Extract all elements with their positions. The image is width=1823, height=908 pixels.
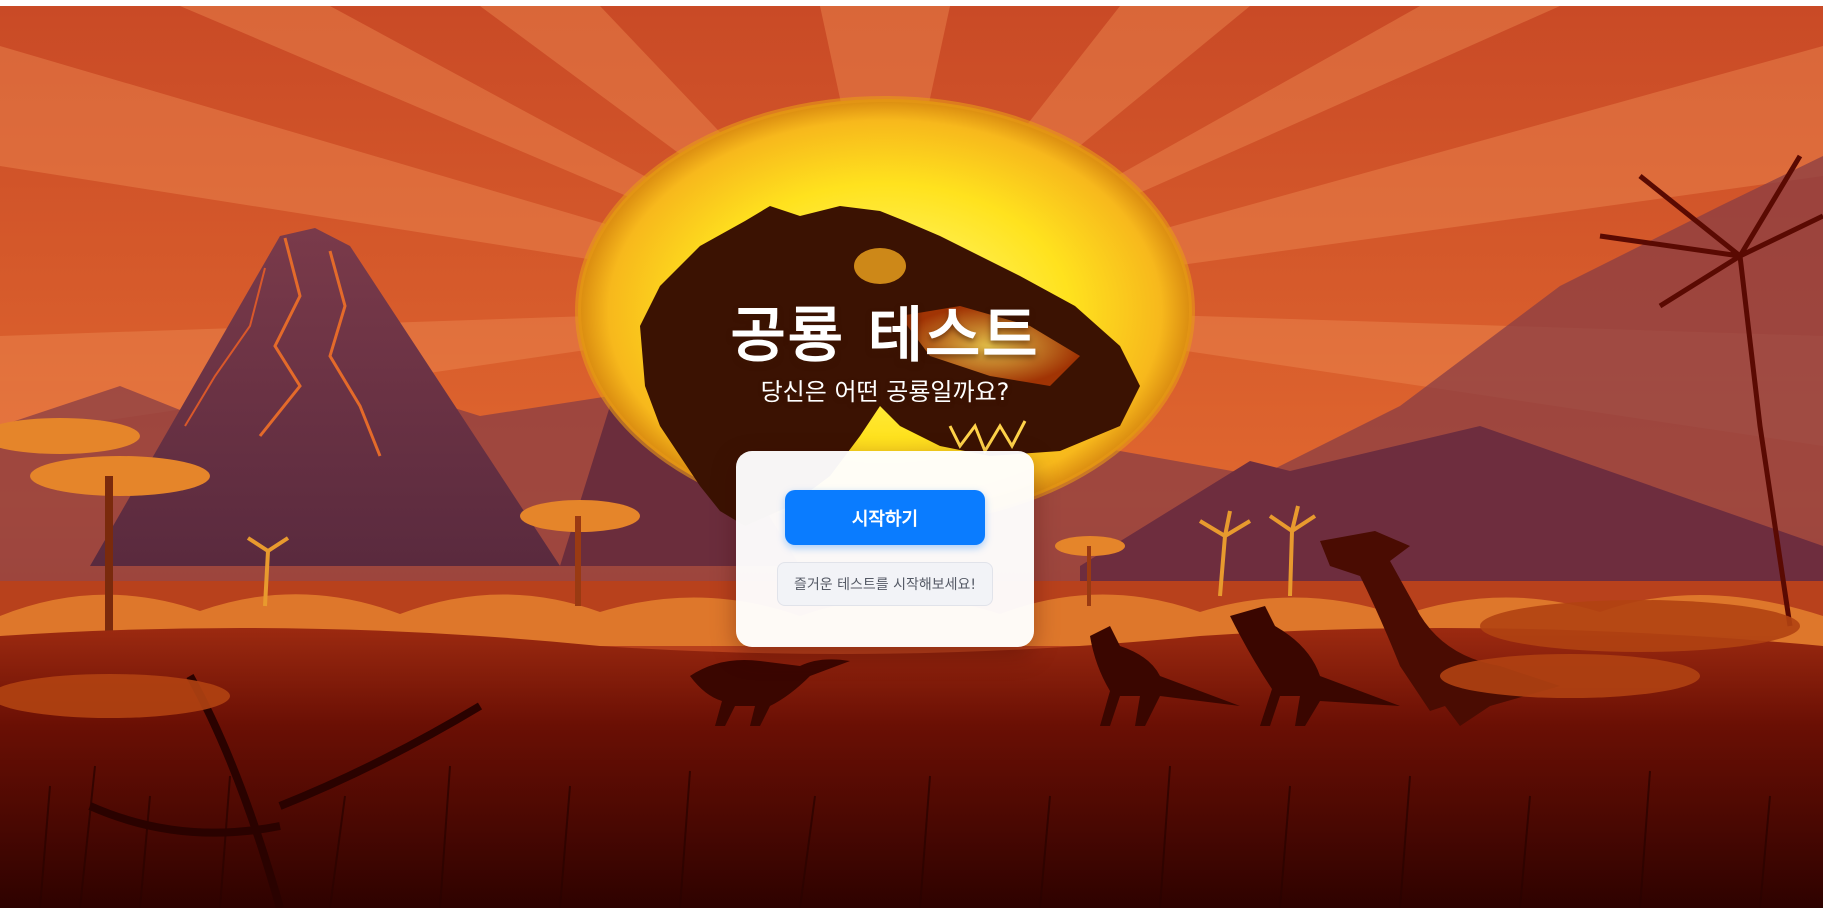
start-button[interactable]: 시작하기 — [785, 490, 985, 545]
hint-message: 즐거운 테스트를 시작해보세요! — [777, 562, 993, 606]
page-subtitle: 당신은 어떤 공룡일까요? — [760, 378, 1010, 406]
page-title: 공룡 테스트 — [730, 301, 1040, 371]
start-card: 시작하기 즐거운 테스트를 시작해보세요! — [736, 451, 1034, 647]
background-scene: 공룡 테스트 당신은 어떤 공룡일까요? 시작하기 즐거운 테스트를 시작해보세… — [0, 6, 1823, 908]
